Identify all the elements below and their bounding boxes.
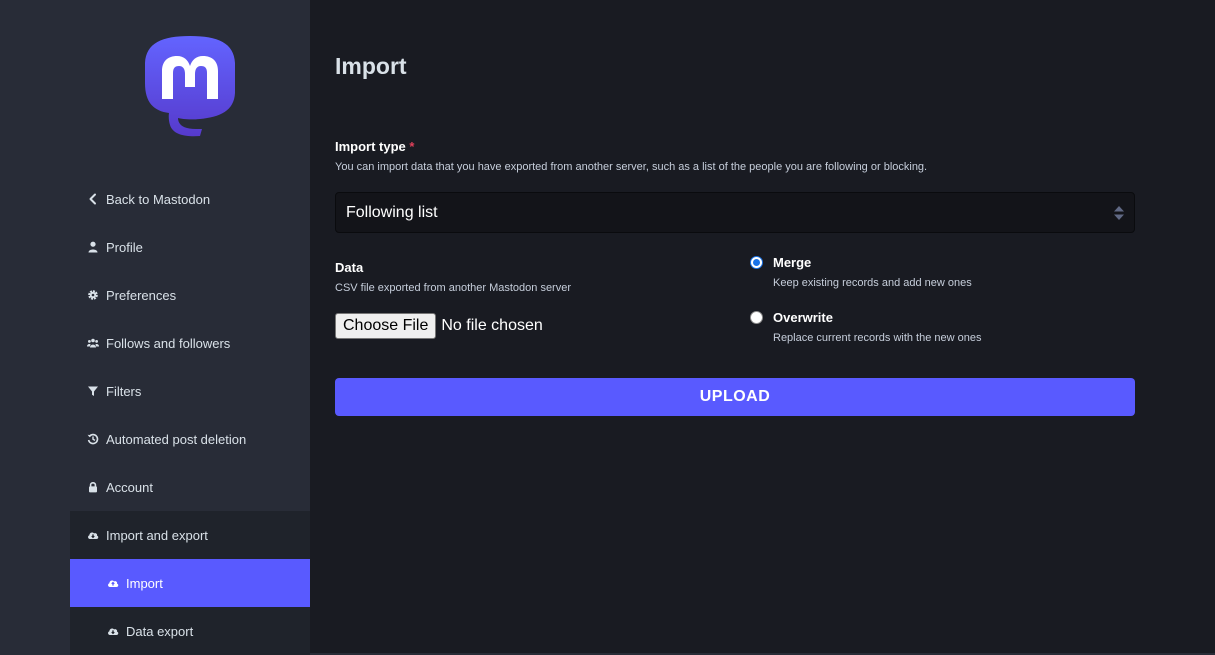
sidebar-item-label: Back to Mastodon (106, 191, 211, 207)
import-type-label-text: Import type (335, 139, 406, 154)
users-icon (87, 337, 99, 349)
merge-option[interactable]: Merge Keep existing records and add new … (750, 254, 1150, 302)
sidebar-item-label: Preferences (106, 287, 177, 303)
no-file-chosen-text: No file chosen (441, 317, 543, 334)
import-type-selected-value: Following list (346, 203, 438, 221)
sidebar-item-filters[interactable]: Filters (70, 367, 310, 415)
choose-file-button[interactable]: Choose File (335, 313, 437, 339)
cloud-upload-icon (107, 577, 119, 589)
import-type-select[interactable]: Following list (335, 192, 1135, 233)
cloud-download-icon (87, 529, 99, 541)
sidebar-item-label: Import and export (106, 527, 208, 543)
data-hint: CSV file exported from another Mastodon … (335, 282, 572, 294)
overwrite-radio[interactable] (750, 311, 763, 324)
sidebar-item-back-to-mastodon[interactable]: Back to Mastodon (70, 175, 310, 223)
merge-label[interactable]: Merge (773, 255, 811, 270)
page-title: Import (335, 53, 407, 79)
sidebar-item-account[interactable]: Account (70, 463, 310, 511)
sidebar-item-label: Automated post deletion (106, 431, 247, 447)
mastodon-logo-icon[interactable] (140, 33, 240, 137)
sidebar-item-label: Profile (106, 239, 143, 255)
overwrite-hint: Replace current records with the new one… (773, 332, 982, 344)
sidebar-item-label: Filters (106, 383, 142, 399)
sidebar-item-data-export[interactable]: Data export (70, 607, 310, 655)
select-arrows-icon (1113, 205, 1125, 221)
user-icon (87, 241, 99, 253)
lock-icon (87, 481, 99, 493)
file-input: Choose File No file chosen (335, 313, 543, 339)
sidebar-item-label: Import (126, 575, 163, 591)
merge-radio[interactable] (750, 256, 763, 269)
sidebar-item-automated-post-deletion[interactable]: Automated post deletion (70, 415, 310, 463)
data-label: Data (335, 260, 364, 275)
sidebar-item-label: Account (106, 479, 153, 495)
sidebar-item-label: Data export (126, 623, 194, 639)
overwrite-option[interactable]: Overwrite Replace current records with t… (750, 309, 1150, 357)
filter-icon (87, 385, 99, 397)
history-icon (87, 433, 99, 445)
gear-icon (87, 289, 99, 301)
sidebar-item-label: Follows and followers (106, 335, 231, 351)
import-type-hint: You can import data that you have export… (335, 161, 928, 173)
sidebar-item-preferences[interactable]: Preferences (70, 271, 310, 319)
cloud-download-icon (107, 625, 119, 637)
sidebar-item-import[interactable]: Import (70, 559, 310, 607)
chevron-left-icon (87, 193, 99, 205)
upload-button[interactable]: UPLOAD (335, 378, 1135, 416)
main-content: Import Import type * You can import data… (310, 0, 1215, 653)
merge-hint: Keep existing records and add new ones (773, 277, 972, 289)
sidebar-item-follows-and-followers[interactable]: Follows and followers (70, 319, 310, 367)
sidebar-item-profile[interactable]: Profile (70, 223, 310, 271)
import-type-label: Import type * (335, 139, 414, 154)
overwrite-label[interactable]: Overwrite (773, 310, 833, 325)
sidebar: Back to Mastodon Profile Preferences Fol… (70, 0, 310, 655)
left-gutter (0, 0, 70, 653)
sidebar-item-import-and-export[interactable]: Import and export (70, 511, 310, 559)
required-mark: * (409, 139, 415, 154)
